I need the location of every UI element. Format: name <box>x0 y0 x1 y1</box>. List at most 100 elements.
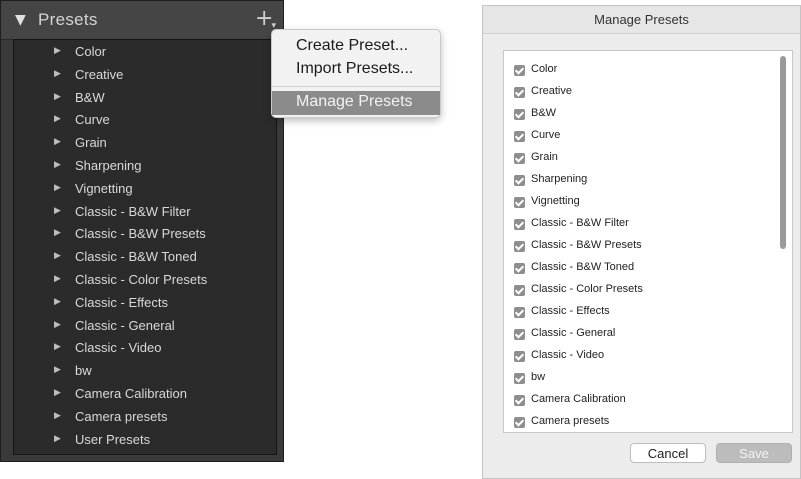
expand-triangle-icon[interactable]: ▶ <box>54 114 61 124</box>
preset-checkbox-row[interactable]: Classic - B&W Presets <box>504 237 792 257</box>
expand-triangle-icon[interactable]: ▶ <box>54 297 61 307</box>
checkbox-checked-icon[interactable] <box>514 351 525 362</box>
checkbox-checked-icon[interactable] <box>514 153 525 164</box>
preset-folder-label: Camera Calibration <box>75 386 187 401</box>
preset-checkbox-row[interactable]: Vignetting <box>504 193 792 213</box>
checkbox-checked-icon[interactable] <box>514 241 525 252</box>
expand-triangle-icon[interactable]: ▶ <box>54 137 61 147</box>
expand-triangle-icon[interactable]: ▶ <box>54 274 61 284</box>
checkbox-checked-icon[interactable] <box>514 417 525 428</box>
preset-folder-label: Classic - Video <box>75 340 162 356</box>
preset-checkbox-label: Classic - B&W Toned <box>531 261 635 273</box>
preset-folder-item[interactable]: ▶ Classic - B&W Presets <box>14 223 276 245</box>
expand-triangle-icon[interactable]: ▶ <box>54 434 61 444</box>
cancel-button-label: Cancel <box>647 446 689 461</box>
expand-triangle-icon[interactable]: ▶ <box>54 388 61 398</box>
expand-triangle-icon[interactable]: ▶ <box>54 228 61 238</box>
checkbox-checked-icon[interactable] <box>514 131 525 142</box>
preset-folder-item[interactable]: ▶ Classic - B&W Toned <box>14 246 276 268</box>
cancel-button[interactable]: Cancel <box>630 443 706 463</box>
preset-folder-label: Classic - B&W Presets <box>75 226 206 242</box>
preset-checkbox-label: Curve <box>531 129 561 141</box>
preset-checkbox-list: Color Creative B&W Curve Grain Sharpening Vign… <box>503 50 793 433</box>
preset-checkbox-label: Classic - B&W Filter <box>531 217 629 229</box>
preset-checkbox-row[interactable]: Grain <box>504 149 792 169</box>
presets-panel-header[interactable]: ▼ Presets +▾ <box>1 1 283 40</box>
expand-triangle-icon[interactable]: ▶ <box>54 160 61 170</box>
checkbox-checked-icon[interactable] <box>514 109 525 120</box>
menu-item-label: Create Preset... <box>296 37 409 54</box>
expand-triangle-icon[interactable]: ▶ <box>54 342 61 352</box>
preset-checkbox-row[interactable]: bw <box>504 369 792 389</box>
preset-folder-label: Sharpening <box>75 158 142 173</box>
preset-checkbox-label: Vignetting <box>531 195 580 207</box>
checkbox-checked-icon[interactable] <box>514 307 525 318</box>
checkbox-checked-icon[interactable] <box>514 175 525 186</box>
preset-folder-label: Classic - Color Presets <box>75 272 208 287</box>
preset-checkbox-row[interactable]: Sharpening <box>504 171 792 191</box>
preset-checkbox-row[interactable]: Curve <box>504 127 792 147</box>
add-preset-icon[interactable]: +▾ <box>255 6 278 31</box>
preset-folder-item[interactable]: ▶ Classic - Color Presets <box>14 269 276 291</box>
preset-folder-item[interactable]: ▶ Vignetting <box>14 178 276 200</box>
preset-checkbox-row[interactable]: Classic - B&W Filter <box>504 215 792 235</box>
save-button[interactable]: Save <box>716 443 792 463</box>
preset-folder-label: bw <box>75 363 92 379</box>
preset-folder-item[interactable]: ▶ B&W <box>14 87 276 109</box>
preset-folder-item[interactable]: ▶ Curve <box>14 109 276 131</box>
presets-folder-list: ▶ Color ▶ Creative ▶ B&W ▶ Curve ▶ Grain ▶ Sharpeni… <box>13 39 277 455</box>
checkbox-checked-icon[interactable] <box>514 65 525 76</box>
checkbox-checked-icon[interactable] <box>514 197 525 208</box>
menu-item-manage-presets[interactable]: Manage Presets <box>272 91 440 115</box>
preset-folder-item[interactable]: ▶ Classic - Video <box>14 337 276 359</box>
preset-checkbox-label: Grain <box>531 151 558 163</box>
preset-folder-item[interactable]: ▶ bw <box>14 360 276 382</box>
preset-folder-item[interactable]: ▶ Classic - Effects <box>14 292 276 314</box>
menu-separator <box>272 86 440 87</box>
preset-checkbox-row[interactable]: Camera presets <box>504 413 792 433</box>
checkbox-checked-icon[interactable] <box>514 87 525 98</box>
preset-checkbox-row[interactable]: Creative <box>504 83 792 103</box>
preset-checkbox-label: Sharpening <box>531 173 588 185</box>
expand-triangle-icon[interactable]: ▶ <box>54 46 61 56</box>
preset-checkbox-row[interactable]: B&W <box>504 105 792 125</box>
expand-triangle-icon[interactable]: ▶ <box>54 320 61 330</box>
expand-triangle-icon[interactable]: ▶ <box>54 411 61 421</box>
preset-folder-item[interactable]: ▶ Color <box>14 41 276 63</box>
expand-triangle-icon[interactable]: ▶ <box>54 365 61 375</box>
menu-item-import-presets[interactable]: Import Presets... <box>272 58 440 82</box>
checkbox-checked-icon[interactable] <box>514 395 525 406</box>
preset-folder-item[interactable]: ▶ Camera presets <box>14 406 276 428</box>
checkbox-checked-icon[interactable] <box>514 373 525 384</box>
manage-presets-dialog: Manage Presets Color Creative B&W Curve Grai… <box>482 5 801 479</box>
preset-folder-item[interactable]: ▶ Classic - B&W Filter <box>14 201 276 223</box>
preset-folder-item[interactable]: ▶ Grain <box>14 132 276 154</box>
preset-checkbox-row[interactable]: Classic - Effects <box>504 303 792 323</box>
preset-folder-item[interactable]: ▶ Creative <box>14 64 276 86</box>
preset-checkbox-row[interactable]: Camera Calibration <box>504 391 792 411</box>
expand-triangle-icon[interactable]: ▶ <box>54 206 61 216</box>
expand-triangle-icon[interactable]: ▶ <box>54 183 61 193</box>
add-preset-menu: Create Preset... Import Presets... Manag… <box>271 29 441 118</box>
preset-folder-label: Grain <box>75 135 107 151</box>
collapse-triangle-icon[interactable]: ▼ <box>15 12 26 28</box>
menu-item-label: Import Presets... <box>296 60 414 77</box>
checkbox-checked-icon[interactable] <box>514 219 525 230</box>
expand-triangle-icon[interactable]: ▶ <box>54 92 61 102</box>
preset-checkbox-row[interactable]: Classic - General <box>504 325 792 345</box>
preset-folder-item[interactable]: ▶ User Presets <box>14 429 276 451</box>
expand-triangle-icon[interactable]: ▶ <box>54 69 61 79</box>
preset-checkbox-row[interactable]: Color <box>504 61 792 81</box>
checkbox-checked-icon[interactable] <box>514 329 525 340</box>
preset-folder-item[interactable]: ▶ Camera Calibration <box>14 383 276 405</box>
preset-checkbox-row[interactable]: Classic - B&W Toned <box>504 259 792 279</box>
expand-triangle-icon[interactable]: ▶ <box>54 251 61 261</box>
preset-checkbox-row[interactable]: Classic - Color Presets <box>504 281 792 301</box>
preset-folder-label: Classic - General <box>75 317 175 333</box>
checkbox-checked-icon[interactable] <box>514 285 525 296</box>
menu-item-create-preset[interactable]: Create Preset... <box>272 35 440 59</box>
preset-checkbox-row[interactable]: Classic - Video <box>504 347 792 367</box>
preset-folder-item[interactable]: ▶ Classic - General <box>14 315 276 337</box>
preset-folder-item[interactable]: ▶ Sharpening <box>14 155 276 177</box>
checkbox-checked-icon[interactable] <box>514 263 525 274</box>
